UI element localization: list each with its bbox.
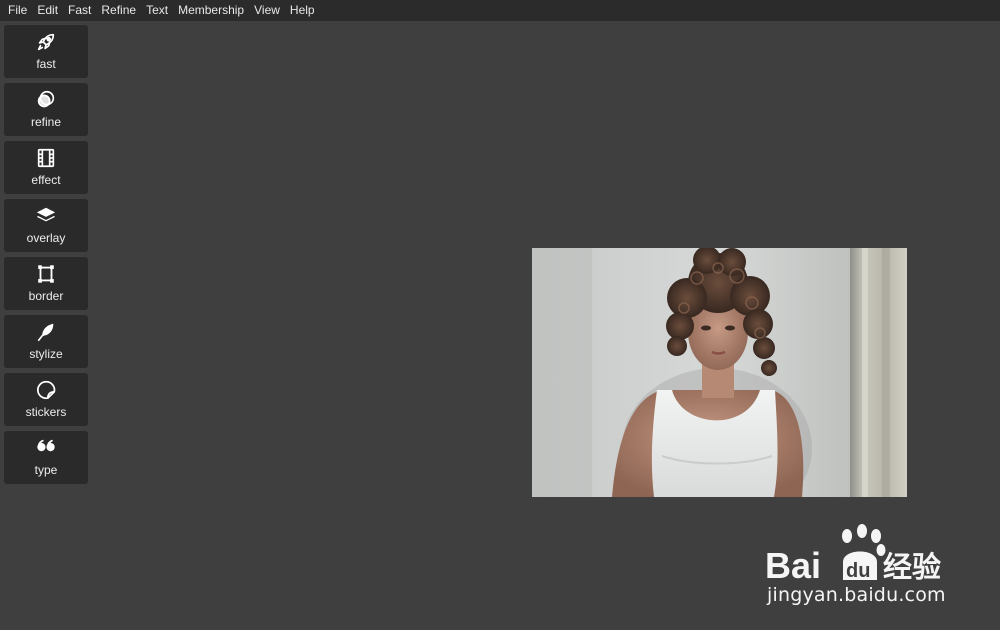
- menu-fast[interactable]: Fast: [63, 0, 96, 21]
- rocket-icon: [34, 30, 58, 54]
- tool-sidebar: fast refine effect overlay border styliz…: [4, 25, 88, 489]
- menu-edit[interactable]: Edit: [32, 0, 63, 21]
- tool-border-button[interactable]: border: [4, 257, 88, 310]
- tool-stylize-label: stylize: [29, 347, 63, 361]
- tool-fast-button[interactable]: fast: [4, 25, 88, 78]
- baidu-jingyan-logo: Bai du 经验: [765, 524, 941, 582]
- photo-editor-window: File Edit Fast Refine Text Membership Vi…: [0, 0, 1000, 630]
- tool-stickers-button[interactable]: stickers: [4, 373, 88, 426]
- svg-text:Bai: Bai: [765, 545, 821, 582]
- tool-refine-button[interactable]: refine: [4, 83, 88, 136]
- menu-bar: File Edit Fast Refine Text Membership Vi…: [0, 0, 1000, 21]
- tool-overlay-button[interactable]: overlay: [4, 199, 88, 252]
- layers-icon: [34, 204, 58, 228]
- svg-text:du: du: [846, 560, 870, 582]
- overlapping-circles-icon: [34, 88, 58, 112]
- film-icon: [34, 146, 58, 170]
- quote-icon: [34, 436, 58, 460]
- menu-membership[interactable]: Membership: [173, 0, 249, 21]
- watermark: Bai du 经验 jingyan.baidu.com: [765, 522, 980, 612]
- tool-effect-label: effect: [31, 173, 61, 187]
- tool-border-label: border: [28, 289, 64, 303]
- sticker-icon: [34, 378, 58, 402]
- svg-text:经验: 经验: [883, 550, 941, 582]
- portrait-photo-image: [532, 248, 907, 497]
- tool-type-button[interactable]: type: [4, 431, 88, 484]
- frame-icon: [34, 262, 58, 286]
- tool-overlay-label: overlay: [26, 231, 66, 245]
- tool-fast-label: fast: [36, 57, 56, 71]
- menu-view[interactable]: View: [249, 0, 285, 21]
- canvas-photo[interactable]: [532, 248, 907, 497]
- menu-refine[interactable]: Refine: [96, 0, 141, 21]
- tool-effect-button[interactable]: effect: [4, 141, 88, 194]
- menu-file[interactable]: File: [3, 0, 32, 21]
- watermark-url: jingyan.baidu.com: [767, 584, 946, 606]
- tool-stylize-button[interactable]: stylize: [4, 315, 88, 368]
- menu-text[interactable]: Text: [141, 0, 173, 21]
- tool-refine-label: refine: [30, 115, 62, 129]
- tool-stickers-label: stickers: [25, 405, 67, 419]
- menu-help[interactable]: Help: [285, 0, 320, 21]
- tool-type-label: type: [34, 463, 58, 477]
- feather-icon: [34, 320, 58, 344]
